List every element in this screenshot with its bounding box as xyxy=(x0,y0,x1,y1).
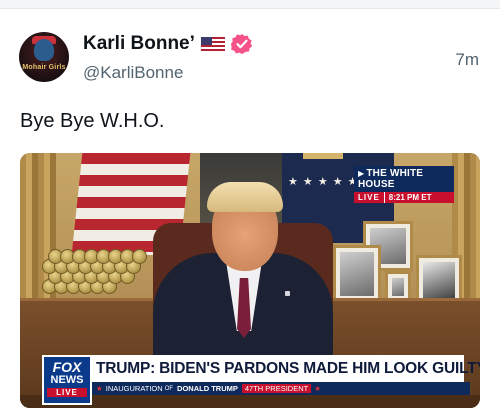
post-text: Bye Bye W.H.O. xyxy=(20,110,165,132)
hair-shape xyxy=(207,182,283,212)
avatar-figure-shape xyxy=(34,39,54,61)
live-label: LIVE xyxy=(354,192,384,203)
news-lower-third: TRUMP: BIDEN'S PARDONS MADE HIM LOOK GUI… xyxy=(20,355,480,408)
author-handle[interactable]: @KarliBonne xyxy=(83,63,183,83)
us-flag-icon xyxy=(200,36,225,52)
star-icon: ★ xyxy=(96,384,103,393)
author-name-row: Karli Bonne’ xyxy=(83,33,253,55)
subline-name: DONALD TRUMP xyxy=(177,384,238,393)
logo-line-news: NEWS xyxy=(50,374,84,386)
location-label-box: ▶ THE WHITE HOUSE xyxy=(354,166,454,192)
flag-fringe-shape xyxy=(303,153,343,159)
photo-frame xyxy=(333,245,381,303)
logo-line-fox: FOX xyxy=(52,359,82,375)
news-subline: ★ INAUGURATION OF DONALD TRUMP 47TH PRES… xyxy=(90,382,470,395)
subline-of: OF xyxy=(164,385,174,392)
play-triangle-icon: ▶ xyxy=(358,169,365,178)
flag-stars-decoration: ★ ★ ★ ★ ★ xyxy=(288,176,359,188)
star-icon: ★ xyxy=(314,384,321,393)
subline-badge: 47TH PRESIDENT xyxy=(241,384,312,393)
live-time-row: LIVE 8:21 PM ET xyxy=(354,192,454,203)
logo-line-live: LIVE xyxy=(47,388,87,397)
avatar-logo-text: Mohair Girls xyxy=(22,64,66,71)
post-media-video[interactable]: ★ ★ ★ ★ ★ ▶ THE WHITE HOUSE LIVE 8:21 PM … xyxy=(20,153,480,408)
author-display-name[interactable]: Karli Bonne’ xyxy=(83,33,195,55)
subline-prefix: INAUGURATION xyxy=(105,384,163,393)
top-divider xyxy=(0,0,500,9)
post-timestamp[interactable]: 7m xyxy=(455,50,479,70)
location-label: THE WHITE HOUSE xyxy=(358,168,424,190)
challenge-coin xyxy=(132,249,147,264)
fox-news-logo: FOX NEWS LIVE xyxy=(42,355,92,405)
broadcast-location-bug: ▶ THE WHITE HOUSE LIVE 8:21 PM ET xyxy=(354,166,454,203)
lapel-pin-shape xyxy=(285,291,290,296)
challenge-coins-display xyxy=(34,237,147,294)
verified-badge-icon xyxy=(230,34,253,54)
broadcast-time: 8:21 PM ET xyxy=(383,192,454,203)
avatar[interactable]: Mohair Girls xyxy=(19,32,69,82)
news-headline: TRUMP: BIDEN'S PARDONS MADE HIM LOOK GUI… xyxy=(90,355,480,382)
